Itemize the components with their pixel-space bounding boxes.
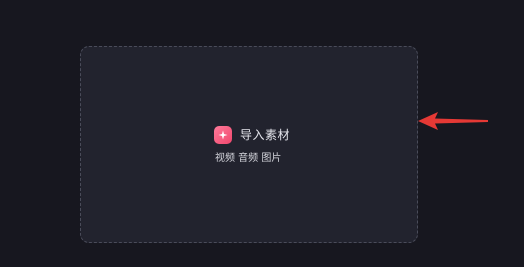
plus-icon bbox=[214, 126, 232, 144]
import-media-button[interactable]: 导入素材 bbox=[214, 125, 290, 145]
import-media-label: 导入素材 bbox=[240, 128, 291, 142]
red-arrow-left-icon bbox=[418, 112, 488, 130]
supported-media-types: 视频 音频 图片 bbox=[215, 153, 282, 164]
import-drop-zone[interactable]: 导入素材 视频 音频 图片 bbox=[80, 46, 418, 243]
